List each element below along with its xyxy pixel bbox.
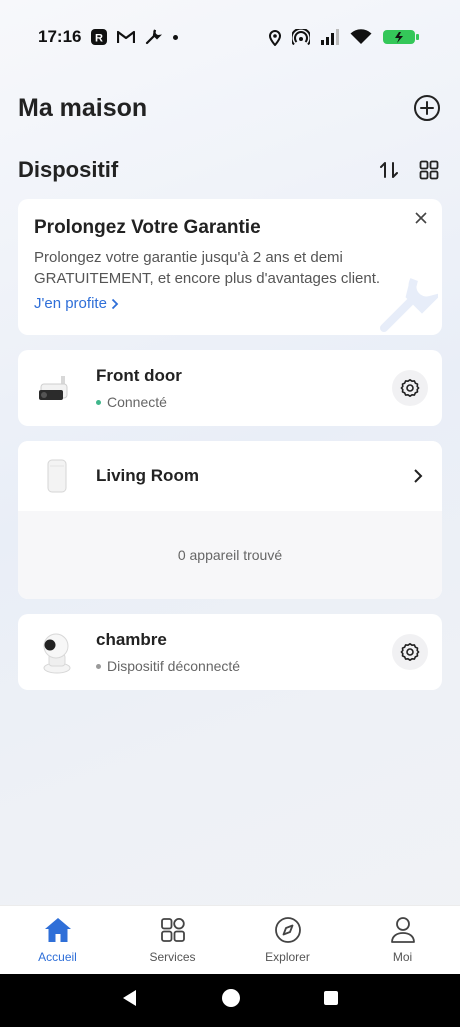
wrench-watermark-icon (374, 272, 442, 335)
chevron-right-icon (414, 469, 423, 483)
device-settings-button[interactable] (392, 634, 428, 670)
compass-icon (274, 916, 302, 944)
home-circle-icon (222, 989, 240, 1007)
room-empty-text: 0 appareil trouvé (177, 547, 283, 563)
signal-icon (320, 29, 340, 45)
warranty-promo-card[interactable]: Prolongez Votre Garantie Prolongez votre… (18, 199, 442, 335)
promo-link-label: J'en profite (34, 295, 107, 312)
promo-link[interactable]: J'en profite (34, 295, 119, 312)
tab-accueil[interactable]: Accueil (0, 906, 115, 974)
room-open-button[interactable] (408, 466, 428, 486)
device-card-front-door[interactable]: Front door Connecté (18, 350, 442, 426)
status-time: 17:16 (38, 27, 82, 46)
room-header[interactable]: Living Room (18, 441, 442, 511)
back-icon (123, 990, 136, 1006)
notification-dot (173, 34, 179, 40)
tab-label: Services (149, 950, 196, 964)
devices-section-header: Dispositif (18, 152, 442, 188)
device-status-text: Connecté (107, 394, 167, 410)
device-name: Front door (96, 366, 182, 385)
back-button[interactable] (121, 989, 139, 1012)
hotspot-icon (292, 29, 310, 45)
svg-text:R: R (96, 33, 104, 45)
bottom-tab-bar: Accueil Services Explorer Moi (0, 905, 460, 974)
add-circle-icon (414, 95, 440, 121)
room-name: Living Room (96, 466, 199, 485)
indoor-camera-icon (32, 627, 82, 677)
tab-label: Explorer (265, 950, 310, 964)
grid-view-button[interactable] (416, 157, 442, 183)
home-icon (44, 916, 72, 944)
status-dot (96, 399, 101, 405)
add-device-button[interactable] (412, 93, 442, 123)
hub-icon (32, 451, 82, 501)
device-status: Dispositif déconnecté (96, 658, 240, 674)
tab-explorer[interactable]: Explorer (230, 906, 345, 974)
gmail-icon (117, 30, 136, 44)
page-title: Ma maison (18, 93, 148, 122)
promo-close-button[interactable] (410, 207, 432, 229)
services-icon (159, 916, 187, 944)
wifi-icon (350, 29, 372, 45)
sort-icon (380, 162, 398, 178)
promo-text: Prolongez votre garantie jusqu'à 2 ans e… (34, 249, 381, 287)
user-icon (389, 916, 417, 944)
section-title: Dispositif (18, 157, 119, 182)
tab-services[interactable]: Services (115, 906, 230, 974)
tab-label: Moi (392, 950, 413, 964)
gear-icon (400, 643, 420, 661)
outdoor-camera-icon (32, 363, 82, 413)
battery-icon (382, 28, 422, 46)
status-bar: 17:16 R (0, 0, 460, 74)
room-empty-state: 0 appareil trouvé (18, 511, 442, 599)
device-status: Connecté (96, 394, 182, 410)
recents-icon (324, 991, 338, 1005)
device-status-text: Dispositif déconnecté (107, 658, 241, 674)
device-name: chambre (96, 630, 167, 649)
r-app-icon: R (90, 28, 108, 46)
location-icon (268, 29, 282, 46)
device-settings-button[interactable] (392, 370, 428, 406)
gear-icon (400, 379, 420, 397)
grid-view-icon (419, 160, 439, 180)
room-card-living-room: Living Room 0 appareil trouvé (18, 441, 442, 599)
wrench-icon (144, 28, 163, 46)
status-dot (96, 663, 101, 669)
home-header: Ma maison (18, 88, 442, 128)
home-button[interactable] (221, 988, 241, 1013)
tab-label: Accueil (38, 950, 77, 964)
chevron-right-icon (111, 298, 119, 309)
device-card-chambre[interactable]: chambre Dispositif déconnecté (18, 614, 442, 690)
close-icon (415, 212, 427, 224)
system-navigation-bar (0, 974, 460, 1027)
promo-title: Prolongez Votre Garantie (34, 217, 261, 238)
tab-moi[interactable]: Moi (345, 906, 460, 974)
sort-button[interactable] (376, 157, 402, 183)
recents-button[interactable] (323, 990, 339, 1011)
